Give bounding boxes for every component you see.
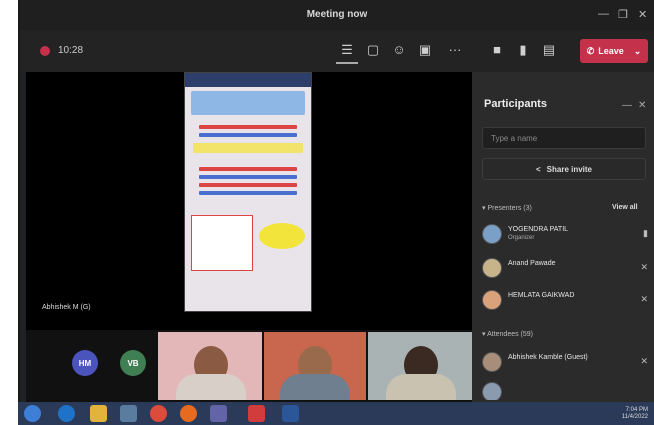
participant-name: Anand Pawade	[508, 260, 556, 267]
meeting-timer: 10:28	[58, 45, 84, 56]
start-icon[interactable]	[24, 405, 41, 422]
participant-bubble[interactable]: HM	[72, 350, 98, 376]
share-screen-icon[interactable]: ▤	[542, 42, 556, 58]
leave-label: Leave	[598, 46, 624, 56]
phone-status-bar	[185, 73, 311, 87]
chevron-down-icon[interactable]: ⌄	[634, 46, 642, 57]
person-body	[280, 374, 350, 400]
mic-off-icon: ✕	[640, 294, 648, 304]
clock-date: 11/4/2022	[621, 414, 648, 420]
shared-screen-stage: Abhishek M (G)	[26, 72, 472, 330]
panel-title: Participants	[484, 98, 547, 110]
meeting-toolbar: 10:28 ☰ ▢ ☺ ▣ ··· ■ ▮ ▤ ✆ Leave ⌄	[20, 30, 654, 72]
popout-icon[interactable]: —	[622, 100, 632, 111]
participant-row[interactable]: HEMLATA GAIKWAD ✕	[482, 286, 650, 314]
document-line	[199, 133, 297, 137]
leave-button[interactable]: ✆ Leave ⌄	[580, 39, 648, 63]
share-invite-button[interactable]: < Share invite	[482, 158, 646, 180]
avatar	[482, 382, 502, 400]
recording-icon	[40, 46, 50, 56]
avatar	[482, 224, 502, 244]
clock-time: 7:04 PM	[625, 407, 648, 413]
person-body	[176, 374, 246, 400]
browser-icon[interactable]	[58, 405, 75, 422]
participant-role: Organizer	[508, 235, 535, 241]
person-body	[386, 374, 456, 400]
participant-name: YOGENDRA PATIL	[508, 226, 569, 233]
participant-video[interactable]	[158, 332, 262, 400]
people-icon[interactable]: ☰	[336, 42, 358, 64]
participant-bubble[interactable]: VB	[120, 350, 146, 376]
chat-icon[interactable]: ▢	[366, 42, 380, 58]
firefox-icon[interactable]	[180, 405, 197, 422]
shared-phone-screen	[184, 72, 312, 312]
view-icon[interactable]: ▣	[418, 42, 432, 58]
more-actions-icon[interactable]: ···	[448, 42, 462, 58]
app-icon[interactable]	[120, 405, 137, 422]
close-panel-icon[interactable]: ✕	[638, 100, 646, 111]
document-line	[199, 125, 297, 129]
participant-search-input[interactable]: Type a name	[482, 127, 646, 149]
video-strip: HM VB	[26, 330, 472, 402]
document-line	[199, 191, 297, 195]
mic-icon: ▮	[643, 228, 648, 238]
avatar	[482, 290, 502, 310]
title-bar: Meeting now — ❐ ✕	[20, 0, 654, 30]
mic-off-icon: ✕	[640, 262, 648, 272]
window-title: Meeting now	[306, 9, 368, 20]
participant-row[interactable]: YOGENDRA PATIL Organizer ▮	[482, 220, 650, 248]
avatar	[482, 258, 502, 278]
screenshot-margin	[0, 0, 18, 425]
participant-name: Abhishek Kamble (Guest)	[508, 354, 588, 361]
teams-window: Meeting now — ❐ ✕ 10:28 ☰ ▢ ☺ ▣ ··· ■ ▮ …	[18, 0, 654, 425]
presenter-label: Abhishek M (G)	[42, 304, 91, 311]
presenters-header-label: Presenters (3)	[487, 205, 532, 212]
phone-hangup-icon: ✆	[586, 45, 595, 56]
folder-icon[interactable]	[90, 405, 107, 422]
participant-row[interactable]: Anand Pawade ✕	[482, 254, 650, 282]
presenters-header[interactable]: ▾ Presenters (3)	[482, 204, 532, 212]
participant-row[interactable]	[482, 378, 650, 400]
document-badge	[259, 223, 305, 249]
document-line	[199, 175, 297, 179]
chrome-icon[interactable]	[150, 405, 167, 422]
mic-icon[interactable]: ▮	[516, 42, 530, 58]
document-banner	[191, 91, 305, 115]
avatar	[482, 352, 502, 372]
share-icon: <	[535, 164, 541, 174]
participant-row[interactable]: Abhishek Kamble (Guest) ✕	[482, 348, 650, 376]
share-invite-label: Share invite	[546, 164, 593, 174]
view-all-button[interactable]: View all	[612, 204, 638, 211]
system-clock[interactable]: 7:04 PM 11/4/2022	[622, 407, 648, 421]
reactions-icon[interactable]: ☺	[392, 42, 406, 58]
participants-panel: Participants — ✕ Type a name < Share inv…	[472, 72, 654, 402]
document-table	[191, 215, 253, 271]
word-icon[interactable]	[282, 405, 299, 422]
pdf-icon[interactable]	[248, 405, 265, 422]
teams-icon[interactable]	[210, 405, 227, 422]
document-highlight	[193, 143, 303, 153]
participant-video[interactable]	[368, 332, 472, 400]
windows-taskbar: 7:04 PM 11/4/2022	[18, 402, 654, 425]
camera-icon[interactable]: ■	[490, 42, 504, 58]
participant-name: HEMLATA GAIKWAD	[508, 292, 575, 299]
participant-video[interactable]	[264, 332, 366, 400]
attendees-header[interactable]: ▾ Attendees (59)	[482, 330, 533, 338]
document-line	[199, 167, 297, 171]
close-icon[interactable]: ✕	[638, 8, 647, 21]
mic-off-icon: ✕	[640, 356, 648, 366]
minimize-icon[interactable]: —	[598, 8, 609, 20]
document-line	[199, 183, 297, 187]
attendees-header-label: Attendees (59)	[487, 331, 533, 338]
maximize-icon[interactable]: ❐	[618, 8, 628, 21]
